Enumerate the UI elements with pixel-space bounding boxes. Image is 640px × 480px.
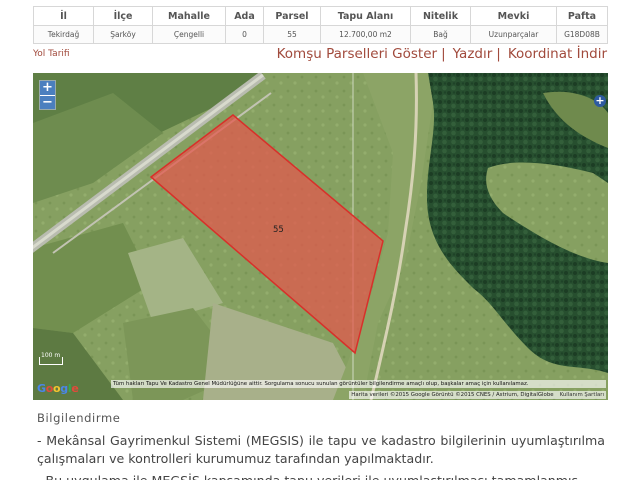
header-mahalle: Mahalle bbox=[152, 6, 226, 26]
separator: | bbox=[441, 46, 446, 62]
map-attribution: Harita verileri ©2015 Google Görüntü ©20… bbox=[349, 391, 606, 399]
header-ada: Ada bbox=[225, 6, 264, 26]
parcel-info-table: İl İlçe Mahalle Ada Parsel Tapu Alanı Ni… bbox=[33, 6, 608, 44]
header-parsel: Parsel bbox=[263, 6, 321, 26]
header-pafta: Pafta bbox=[556, 6, 608, 26]
link-row: Yol Tarifi Komşu Parselleri Göster | Yazdı… bbox=[33, 44, 607, 68]
zoom-control: + − bbox=[39, 80, 56, 110]
info-paragraph: - Mekânsal Gayrimenkul Sistemi (MEGSIS) … bbox=[37, 433, 605, 466]
table-row: Tekirdağ Şarköy Çengelli 0 55 12.700,00 … bbox=[33, 25, 608, 44]
cell-parsel: 55 bbox=[263, 25, 321, 44]
cell-ada: 0 bbox=[225, 25, 264, 44]
expand-map-button[interactable]: + bbox=[594, 95, 606, 107]
map-disclaimer: Tüm hakları Tapu Ve Kadastro Genel Müdür… bbox=[111, 380, 606, 388]
route-link[interactable]: Yol Tarifi bbox=[33, 49, 70, 59]
show-neighbors-link[interactable]: Komşu Parselleri Göster bbox=[277, 46, 437, 62]
map-actions: Komşu Parselleri Göster | Yazdır | Koordinat… bbox=[277, 46, 607, 62]
cell-pafta: G18D08B bbox=[556, 25, 608, 44]
separator: | bbox=[496, 46, 501, 62]
cell-mahalle: Çengelli bbox=[152, 25, 226, 44]
download-coordinates-link[interactable]: Koordinat İndir bbox=[508, 46, 607, 62]
parcel-table-header: İl İlçe Mahalle Ada Parsel Tapu Alanı Ni… bbox=[33, 6, 608, 26]
header-nitelik: Nitelik bbox=[410, 6, 471, 26]
header-tapu-alani: Tapu Alanı bbox=[320, 6, 411, 26]
cell-mevki: Uzunparçalar bbox=[470, 25, 557, 44]
scale-bar bbox=[39, 357, 63, 365]
cell-nitelik: Bağ bbox=[410, 25, 471, 44]
info-title: Bilgilendirme bbox=[37, 411, 121, 425]
parcel-number-label: 55 bbox=[273, 225, 284, 235]
print-link[interactable]: Yazdır bbox=[453, 46, 493, 62]
cell-tapu-alani: 12.700,00 m2 bbox=[320, 25, 411, 44]
zoom-out-button[interactable]: − bbox=[40, 95, 55, 109]
satellite-imagery bbox=[33, 73, 608, 400]
cell-il: Tekirdağ bbox=[33, 25, 94, 44]
header-mevki: Mevki bbox=[470, 6, 557, 26]
zoom-in-button[interactable]: + bbox=[40, 81, 55, 95]
info-paragraph: - Bu uygulama ile MEGSİS kapsamında tapu… bbox=[37, 472, 605, 480]
cell-ilce: Şarköy bbox=[93, 25, 153, 44]
satellite-map[interactable]: + − + 55 100 m Google Tüm hakları Tapu V… bbox=[33, 73, 608, 400]
google-logo: Google bbox=[37, 382, 79, 395]
header-il: İl bbox=[33, 6, 94, 26]
header-ilce: İlçe bbox=[93, 6, 153, 26]
terms-link[interactable]: Kullanım Şartları bbox=[560, 392, 604, 398]
